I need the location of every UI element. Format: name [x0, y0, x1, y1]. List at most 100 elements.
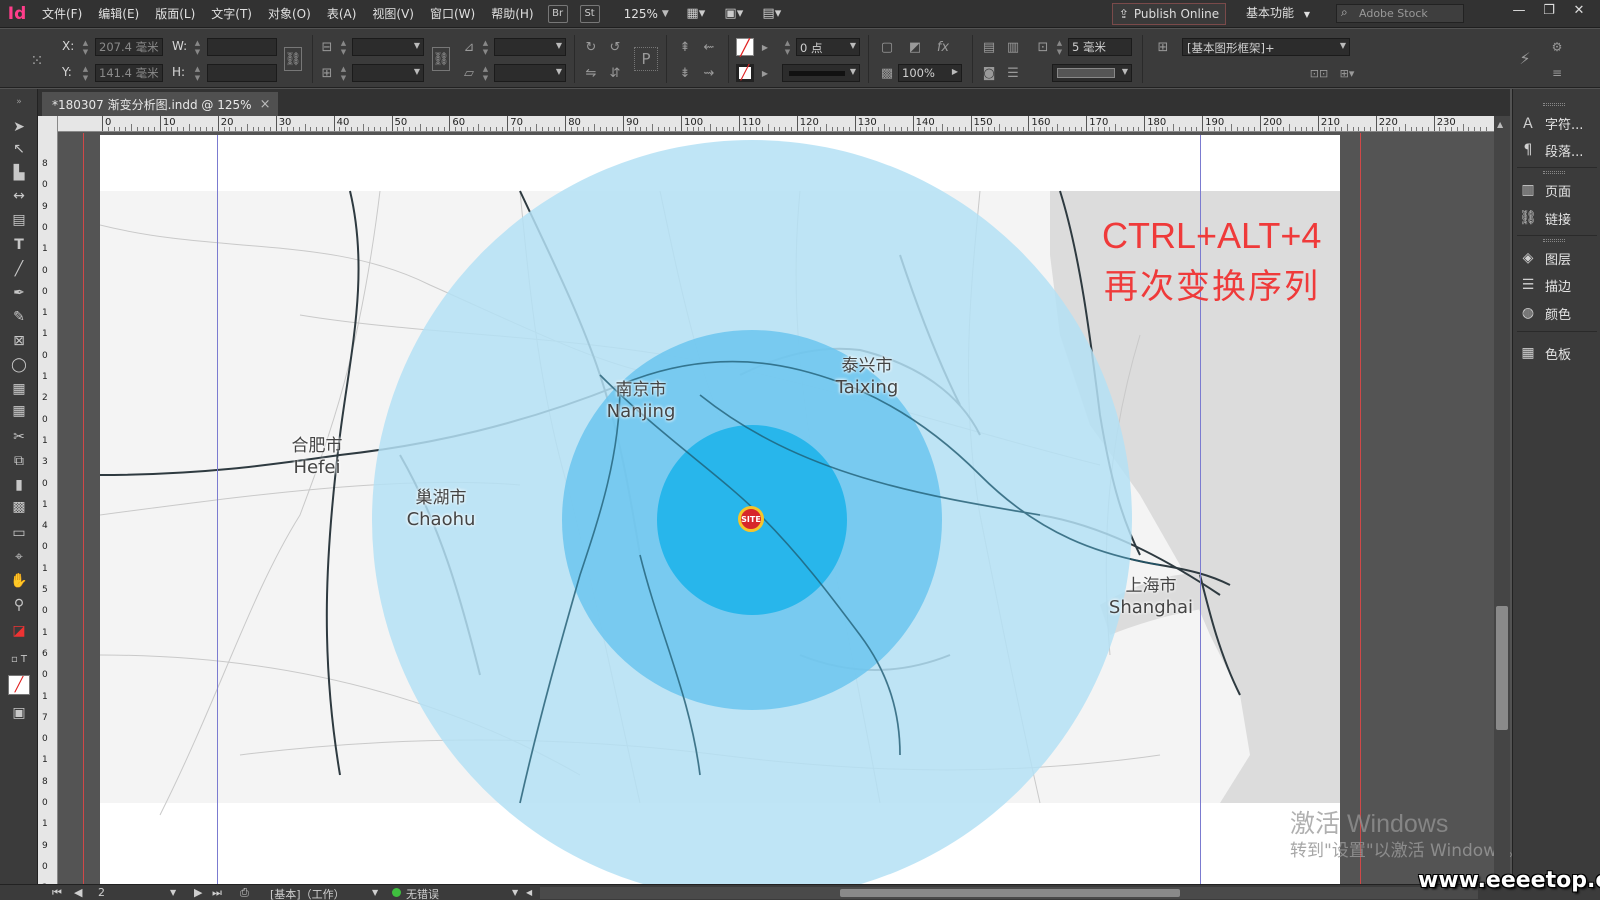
text-wrap-icon[interactable]: ▤ — [980, 38, 998, 56]
stroke-none-icon[interactable]: ╱ — [736, 64, 754, 82]
next-page-icon[interactable]: ▶ — [194, 886, 202, 899]
menu-edit[interactable]: 编辑(E) — [90, 5, 147, 22]
menu-layout[interactable]: 版面(L) — [147, 5, 203, 22]
fill-none-icon[interactable]: ╱ — [736, 38, 754, 57]
publish-online-button[interactable]: ⇪ Publish Online — [1112, 3, 1226, 25]
close-tab-icon[interactable]: × — [260, 97, 271, 112]
ellipse-tool-icon[interactable]: ◯ — [8, 355, 30, 375]
y-position-field[interactable]: 141.4 毫米 — [95, 64, 163, 82]
formatting-affects-icon[interactable]: ▫ T — [8, 649, 30, 669]
opacity-dropdown[interactable]: 100% ▶ — [898, 64, 962, 82]
zoom-level[interactable]: 125% — [624, 7, 658, 21]
panel-pages[interactable]: ▥ 页面 — [1519, 178, 1597, 202]
menu-object[interactable]: 对象(O) — [260, 5, 319, 22]
screen-mode-tool-icon[interactable]: ▣ — [8, 703, 30, 723]
x-spinner[interactable]: ▲ ▼ — [80, 39, 91, 57]
zoom-dropdown-icon[interactable]: ▼ — [662, 9, 669, 19]
scroll-thumb[interactable] — [1496, 606, 1508, 730]
scale-x-spinner[interactable]: ▲ ▼ — [338, 39, 349, 57]
direct-selection-tool-icon[interactable]: ↖ — [8, 139, 30, 159]
shear-spinner[interactable]: ▲ ▼ — [480, 65, 491, 83]
fill-color-dropdown[interactable]: ▼ — [1052, 64, 1132, 82]
panel-grip[interactable] — [1543, 103, 1565, 106]
shear-dropdown[interactable]: ▼ — [494, 64, 566, 82]
apply-none-icon[interactable]: ╱ — [8, 675, 30, 695]
collapse-icon[interactable]: » — [8, 92, 30, 112]
flip-vertical-icon[interactable]: ⇵ — [606, 64, 624, 82]
page-tool-icon[interactable]: ▙ — [8, 163, 30, 183]
scroll-left-icon[interactable]: ◀ — [526, 888, 532, 897]
rotate-spinner[interactable]: ▲ ▼ — [480, 39, 491, 57]
panel-paragraph[interactable]: ¶ 段落... — [1519, 138, 1597, 162]
menu-window[interactable]: 窗口(W) — [422, 5, 483, 22]
constrain-scale-icon[interactable]: ⛓ — [432, 47, 450, 71]
pasteboard[interactable]: 南京市 Nanjing 泰兴市 Taixing 合肥市 Hefei 巢湖市 Chaohu… — [58, 133, 1496, 884]
quick-apply-icon[interactable]: ⚡ — [1516, 49, 1534, 68]
preflight-dropdown-icon[interactable]: ▼ — [512, 888, 518, 897]
page-dropdown-icon[interactable]: ▼ — [170, 888, 176, 897]
horizontal-ruler[interactable]: 0 10 20 30 40 50 60 70 80 90 100 110 120 130 140 150 160… — [58, 116, 1496, 132]
workspace-switcher[interactable]: 基本功能 ▼ — [1246, 4, 1310, 21]
open-document-icon[interactable]: ⎙ — [240, 886, 249, 900]
close-icon[interactable]: ✕ — [1564, 0, 1594, 20]
note-tool-icon[interactable]: ▭ — [8, 523, 30, 543]
gap-spinner[interactable]: ▲ ▼ — [1054, 39, 1065, 57]
scale-x-dropdown[interactable]: ▼ — [352, 38, 424, 56]
stock-search-input[interactable]: ⌕ Adobe Stock — [1336, 4, 1464, 23]
wrap-object-icon[interactable]: ☰ — [1004, 64, 1022, 82]
clear-overrides-icon[interactable]: ⊡⊡ — [1310, 64, 1328, 82]
panel-stroke[interactable]: ☰ 描边 — [1519, 273, 1597, 297]
arrange-documents-icon[interactable]: ▤▾ — [755, 4, 789, 24]
screen-mode-icon[interactable]: ▣▾ — [717, 4, 751, 24]
flip-horizontal-icon[interactable]: ⇋ — [582, 64, 600, 82]
reference-point-icon[interactable]: ⁙ — [26, 49, 48, 71]
effects-fx-icon[interactable]: fx — [934, 38, 952, 56]
w-spinner[interactable]: ▲ ▼ — [192, 39, 203, 57]
scroll-up-icon[interactable]: ▲ — [1497, 120, 1503, 129]
master-dropdown-icon[interactable]: ▼ — [372, 888, 378, 897]
bridge-button[interactable]: Br — [547, 4, 568, 23]
panel-layers[interactable]: ◈ 图层 — [1519, 246, 1597, 270]
stock-button[interactable]: St — [579, 4, 600, 23]
object-style-dropdown[interactable]: [基本图形框架]+ ▼ — [1182, 38, 1350, 56]
stroke-type-dropdown[interactable]: ▼ — [782, 64, 860, 82]
style-menu-icon[interactable]: ⊞▾ — [1338, 64, 1356, 82]
rotate-ccw-icon[interactable]: ↺ — [606, 38, 624, 56]
line-tool-icon[interactable]: ╱ — [8, 259, 30, 279]
gap-field[interactable]: 5 毫米 — [1068, 38, 1132, 56]
settings-gear-icon[interactable]: ⚙ — [1548, 38, 1566, 56]
document-tab[interactable]: *180307 渐变分析图.indd @ 125% × — [42, 92, 278, 116]
fill-stroke-swatch-icon[interactable]: ◪ — [8, 621, 30, 641]
previous-page-icon[interactable]: ◀ — [74, 886, 82, 899]
menu-table[interactable]: 表(A) — [319, 5, 365, 22]
rotate-cw-icon[interactable]: ↻ — [582, 38, 600, 56]
auto-spacing-icon[interactable]: ⊡ — [1034, 38, 1052, 56]
reference-p-icon[interactable]: P — [634, 47, 658, 71]
height-field[interactable] — [207, 64, 277, 82]
eyedropper-tool-icon[interactable]: ⌖ — [8, 547, 30, 567]
grid-tool-icon[interactable]: ▦ — [8, 401, 30, 421]
table-tool-icon[interactable]: ▦ — [8, 379, 30, 399]
rectangle-frame-tool-icon[interactable]: ⊠ — [8, 331, 30, 351]
fill-arrow-icon[interactable]: ▶ — [756, 38, 774, 56]
last-page-icon[interactable]: ⏭ — [212, 886, 222, 900]
gradient-feather-tool-icon[interactable]: ▩ — [8, 497, 30, 517]
x-position-field[interactable]: 207.4 毫米 — [95, 38, 163, 56]
select-container-icon[interactable]: ⇞ — [676, 38, 694, 56]
content-collector-icon[interactable]: ▤ — [8, 210, 30, 230]
selection-tool-icon[interactable]: ➤ — [8, 117, 30, 137]
pencil-tool-icon[interactable]: ✎ — [8, 307, 30, 327]
scroll-thumb[interactable] — [840, 889, 1180, 897]
y-spinner[interactable]: ▲ ▼ — [80, 65, 91, 83]
vertical-scrollbar[interactable]: ▲ — [1494, 116, 1510, 884]
menu-help[interactable]: 帮助(H) — [483, 5, 541, 22]
scissors-tool-icon[interactable]: ✂ — [8, 427, 30, 447]
stroke-arrow-icon[interactable]: ▶ — [756, 64, 774, 82]
panel-grip[interactable] — [1543, 171, 1565, 174]
panel-links[interactable]: ⛓ 链接 — [1519, 206, 1597, 230]
first-page-icon[interactable]: ⏮ — [52, 886, 62, 900]
rotate-dropdown[interactable]: ▼ — [494, 38, 566, 56]
hand-tool-icon[interactable]: ✋ — [8, 571, 30, 591]
h-spinner[interactable]: ▲ ▼ — [192, 65, 203, 83]
restore-icon[interactable]: ❐ — [1534, 0, 1564, 20]
